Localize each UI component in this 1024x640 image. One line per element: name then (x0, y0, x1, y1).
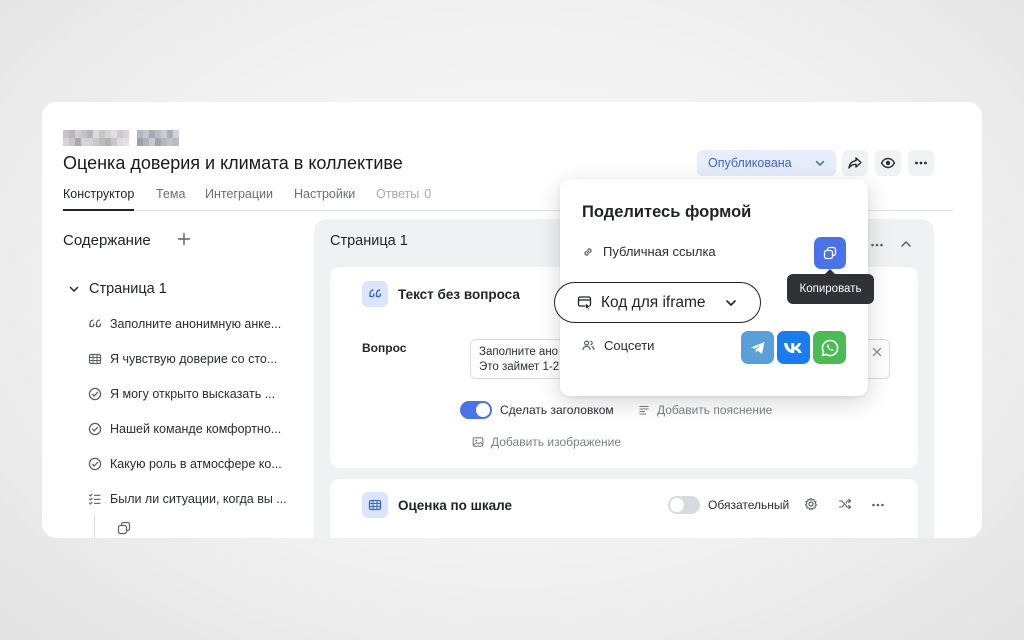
check-circle-icon (88, 457, 102, 471)
add-hint-button[interactable]: Добавить пояснение (638, 403, 772, 417)
close-icon[interactable] (871, 346, 883, 358)
heading-toggle-label: Сделать заголовком (500, 403, 614, 417)
text-lines-icon (639, 405, 649, 415)
answers-count: 0 (424, 187, 432, 201)
tab-theme[interactable]: Тема (156, 187, 185, 201)
chevron-up-icon[interactable] (899, 237, 913, 251)
chevron-down-icon (815, 160, 825, 166)
status-label: Опубликована (708, 156, 792, 170)
sidebar-question-item[interactable]: Заполните анонимную анке... (88, 317, 281, 331)
add-image-button[interactable]: Добавить изображение (472, 435, 621, 449)
copy-icon (823, 246, 837, 260)
sidebar-question-item[interactable]: Какую роль в атмосфере ко... (88, 457, 282, 471)
gear-icon[interactable] (804, 497, 818, 511)
sidebar-item-label: Заполните анонимную анке... (110, 317, 282, 331)
sidebar-question-item[interactable]: Я могу открыто высказать ... (88, 387, 275, 401)
socials-label: Соцсети (604, 338, 655, 353)
grid-icon (362, 492, 388, 518)
image-icon (472, 437, 484, 447)
share-popup-title: Поделитесь формой (582, 203, 752, 221)
tab-integrations[interactable]: Интеграции (205, 187, 273, 201)
share-button[interactable] (842, 150, 868, 176)
question-field-label: Вопрос (362, 341, 407, 355)
sidebar-item-label: Я чувствую доверие со сто... (110, 352, 278, 366)
tab-settings[interactable]: Настройки (294, 187, 355, 201)
copy-tooltip: Копировать (787, 269, 874, 304)
required-label: Обязательный (708, 498, 790, 512)
sidebar-page-label: Страница 1 (89, 281, 167, 297)
question-card[interactable]: Оценка по шкале Обязательный (330, 479, 918, 538)
copy-link-button[interactable] (814, 237, 846, 269)
sidebar-item-label: Я могу открыто высказать ... (110, 387, 276, 401)
more-dots-icon (915, 161, 927, 165)
blurred-breadcrumb (63, 130, 179, 146)
telegram-icon (750, 341, 764, 354)
form-title: Оценка доверия и климата в коллективе (63, 153, 403, 173)
tree-line (94, 514, 95, 538)
tab-answers[interactable]: Ответы 0 (376, 187, 431, 201)
more-dots-icon[interactable] (869, 237, 885, 253)
iframe-code-option[interactable]: Код для iframe (554, 282, 761, 323)
check-circle-icon (88, 387, 102, 401)
whatsapp-icon (820, 339, 838, 356)
page-title: Страница 1 (330, 233, 408, 249)
share-icon (848, 157, 862, 169)
required-toggle[interactable] (668, 496, 700, 514)
add-image-label: Добавить изображение (491, 435, 622, 449)
chevron-down-icon (69, 286, 79, 292)
iframe-cursor-icon (577, 295, 592, 311)
sidebar-item-label: Какую роль в атмосфере ко... (110, 457, 282, 471)
content-sidebar: Содержание Страница 1 Заполните анонимну… (42, 212, 312, 538)
check-circle-icon (88, 422, 102, 436)
preview-button[interactable] (875, 150, 901, 176)
tab-label: Тема (156, 187, 186, 201)
users-icon (582, 340, 595, 351)
add-hint-label: Добавить пояснение (657, 403, 773, 417)
link-icon (584, 247, 592, 256)
vk-icon (783, 342, 802, 353)
tab-label: Конструктор (63, 187, 135, 201)
quote-icon (362, 281, 388, 307)
sidebar-heading: Содержание (63, 232, 151, 249)
sidebar-question-item[interactable]: Нашей команде комфортно... (88, 422, 281, 436)
vk-share-button[interactable] (777, 331, 810, 364)
sidebar-item-label: Нашей команде комфортно... (110, 422, 282, 436)
question-title: Оценка по шкале (398, 498, 513, 513)
iframe-code-label: Код для iframe (601, 293, 706, 311)
quote-icon (88, 317, 102, 331)
tab-label: Интеграции (205, 187, 274, 201)
tab-constructor[interactable]: Конструктор (63, 187, 135, 211)
question-title: Текст без вопроса (398, 287, 520, 302)
copy-icon[interactable] (117, 521, 131, 535)
sidebar-question-item[interactable]: Были ли ситуации, когда вы ... (88, 492, 287, 506)
chevron-down-icon (724, 296, 738, 310)
shuffle-icon[interactable] (838, 497, 852, 511)
public-link-label: Публичная ссылка (603, 244, 716, 259)
telegram-share-button[interactable] (741, 331, 774, 364)
more-button[interactable] (908, 150, 934, 176)
plus-icon[interactable] (176, 231, 192, 247)
grid-icon (88, 352, 102, 366)
sidebar-page-item[interactable]: Страница 1 (68, 281, 167, 297)
more-dots-icon[interactable] (870, 497, 886, 513)
status-select[interactable]: Опубликована (697, 150, 836, 176)
tab-label: Настройки (294, 187, 356, 201)
tab-label: Ответы (376, 187, 420, 201)
sidebar-question-item[interactable]: Я чувствую доверие со сто... (88, 352, 277, 366)
socials-row: Соцсети (582, 338, 654, 353)
heading-toggle[interactable] (460, 401, 492, 419)
checklist-icon (88, 492, 102, 506)
public-link-row[interactable]: Публичная ссылка (582, 244, 716, 259)
eye-icon (880, 157, 896, 169)
sidebar-item-label: Были ли ситуации, когда вы ... (110, 492, 287, 506)
whatsapp-share-button[interactable] (813, 331, 846, 364)
